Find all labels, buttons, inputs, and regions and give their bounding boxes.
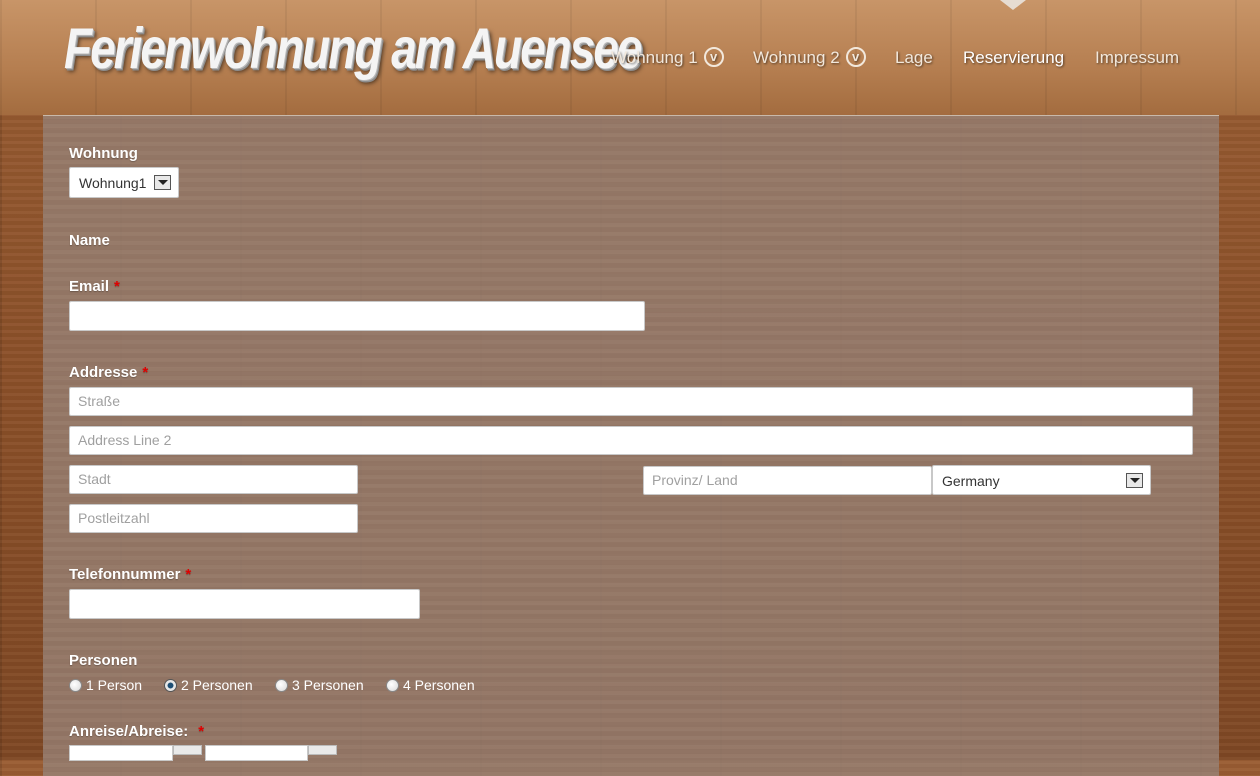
country-select[interactable]: Germany [932,465,1151,495]
nav-item-lage[interactable]: Lage [895,44,933,74]
radio-button[interactable] [275,678,288,692]
required-mark: * [198,723,205,740]
required-mark: * [142,364,149,381]
nav-item-label: Wohnung 1 [611,48,698,67]
email-label: Email * [69,278,120,295]
name-label: Name [69,232,110,249]
active-nav-marker [1000,0,1026,10]
nav-item-label: Wohnung 2 [753,48,840,67]
phone-label: Telefonnummer * [69,566,191,583]
address-line-2-field[interactable]: Address Line 2 [69,426,1193,455]
departure-calendar-button[interactable] [308,745,337,755]
radio-label: 2 Personen [181,677,253,693]
required-mark: * [114,278,120,295]
radio-button-checked[interactable] [164,678,177,692]
required-mark: * [185,566,192,583]
email-label-text: Email [69,278,110,295]
radio-3-personen[interactable]: 3 Personen [275,677,364,693]
main-nav: Wohnung 1v Wohnung 2v Lage Reservierung … [0,44,1260,74]
wohnung-label: Wohnung [69,145,138,162]
city-field[interactable]: Stadt [69,465,358,494]
address-line-2-placeholder: Address Line 2 [78,432,172,448]
dates-label-text: Anreise/Abreise: [69,723,189,740]
arrival-date-field[interactable] [69,745,173,761]
chevron-down-icon[interactable]: v [703,46,724,67]
wohnung-select-value: Wohnung1 [79,175,147,191]
street-field[interactable]: Straße [69,387,1193,416]
phone-label-text: Telefonnummer [69,566,181,583]
nav-item-wohnung-2[interactable]: Wohnung 2 v [753,44,866,74]
chevron-down-icon [1126,473,1143,488]
chevron-down-icon [154,175,171,190]
city-placeholder: Stadt [78,471,111,487]
arrival-calendar-button[interactable] [173,745,202,755]
phone-field[interactable] [69,589,420,619]
site-header: Ferienwohnung am Auensee Wohnung 1v Wohn… [0,0,1260,115]
radio-label: 1 Person [86,677,143,693]
departure-date-field[interactable] [205,745,308,761]
nav-item-wohnung-1[interactable]: Wohnung 1 v [611,44,724,74]
radio-button[interactable] [386,678,399,692]
chevron-down-icon[interactable]: v [845,46,866,67]
nav-item-impressum[interactable]: Impressum [1095,44,1179,74]
radio-button[interactable] [69,678,82,692]
radio-2-personen[interactable]: 2 Personen [164,677,253,693]
radio-label: 4 Personen [403,677,475,693]
zip-field[interactable]: Postleitzahl [69,504,358,533]
province-field[interactable]: Provinz/ Land [643,466,932,495]
address-label-text: Addresse [69,364,138,381]
country-select-value: Germany [942,473,1000,489]
address-label: Addresse * [69,364,148,381]
street-placeholder: Straße [78,393,121,409]
email-field[interactable] [69,301,645,331]
radio-1-person[interactable]: 1 Person [69,677,142,693]
radio-4-personen[interactable]: 4 Personen [386,677,475,693]
wohnung-select[interactable]: Wohnung1 [69,167,179,198]
radio-label: 3 Personen [292,677,364,693]
province-placeholder: Provinz/ Land [652,472,738,488]
zip-placeholder: Postleitzahl [78,510,150,526]
nav-item-reservierung[interactable]: Reservierung [963,44,1064,74]
persons-label: Personen [69,652,138,669]
dates-label: Anreise/Abreise: * [69,723,204,740]
